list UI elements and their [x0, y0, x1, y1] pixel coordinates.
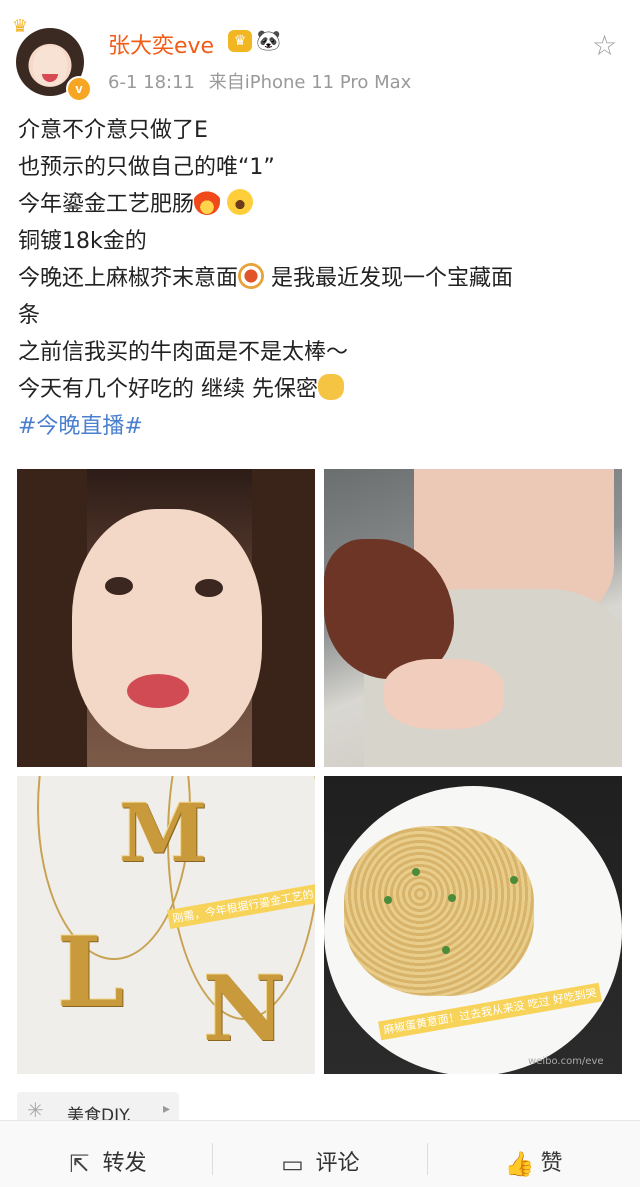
pea-shape [448, 894, 456, 902]
post-meta: 6-1 18:11 来自iPhone 11 Pro Max [108, 68, 419, 94]
grid-dots-icon: ✳ [27, 1098, 44, 1122]
vip-crown-icon: ♛ [228, 30, 252, 52]
post-header: ♛ v 张大奕eve ♛ 🐼 6-1 18:11 来自iPhone 11 Pro… [0, 0, 640, 102]
post-line: 介意不介意只做了E [18, 118, 208, 143]
victory-hand-emoji-icon [318, 374, 344, 400]
repost-label: 转发 [102, 1151, 147, 1176]
post-line: 今年鎏金工艺肥肠 [18, 186, 618, 223]
thumbs-up-icon: 👍 [504, 1150, 535, 1178]
like-button[interactable]: 👍 赞 [427, 1121, 640, 1187]
post-source: 来自iPhone 11 Pro Max [208, 72, 412, 93]
share-arrow-icon: ⇱ [69, 1150, 90, 1178]
post-line-text: 今年鎏金工艺肥肠 [18, 192, 195, 217]
eye-shape [195, 579, 223, 597]
author-name[interactable]: 张大奕eve [108, 28, 214, 60]
avatar[interactable]: ♛ v [12, 16, 92, 102]
photo-necklace-selfie[interactable] [324, 469, 622, 767]
post-line: 今天有几个好吃的 继续 先保密 [18, 371, 618, 408]
pea-shape [384, 896, 392, 904]
like-button-inner: 👍 赞 [427, 1145, 640, 1178]
post-line: 也预示的只做自己的唯“1” [18, 155, 275, 180]
photo-selfie[interactable] [17, 469, 315, 767]
comment-label: 评论 [315, 1151, 360, 1176]
comment-button[interactable]: ▭ 评论 [213, 1121, 426, 1187]
comment-bubble-icon: ▭ [281, 1150, 304, 1178]
hashtag-link[interactable]: #今晚直播# [18, 408, 618, 445]
verified-v-icon: v [66, 76, 92, 102]
post-line: 条 [18, 303, 41, 328]
pasta-shape [344, 826, 534, 996]
chevron-right-icon: ▸ [163, 1101, 171, 1117]
post-body: 介意不介意只做了E 也预示的只做自己的唯“1” 今年鎏金工艺肥肠 铜镀18k金的… [18, 112, 618, 445]
letter-n-pendant: N [203, 956, 286, 1062]
panda-icon: 🐼 [256, 28, 281, 52]
photo-jewelry[interactable]: M L N 刚需，今年根据行鎏金工艺的 闪瞎你工艺！ [17, 776, 315, 1074]
photo-pasta[interactable]: 麻椒蛋黄意面！过去我从来没 吃过 好吃到哭 weibo.com/eve [324, 776, 622, 1074]
post-line-text: 是我最近发现一个宝藏面 [271, 266, 514, 291]
star-icon[interactable]: ☆ [592, 32, 617, 60]
post-date: 6-1 18:11 [108, 72, 195, 93]
crown-icon: ♛ [12, 16, 29, 37]
pea-shape [442, 946, 450, 954]
fire-emoji-icon [194, 189, 221, 215]
lips-shape [127, 674, 189, 708]
laughing-emoji-icon [227, 189, 254, 215]
post-line: 今晚还上麻椒芥末意面 是我最近发现一个宝藏面 [18, 260, 618, 297]
weibo-post-page: ♛ v 张大奕eve ♛ 🐼 6-1 18:11 来自iPhone 11 Pro… [0, 0, 640, 1187]
post-line: 之前信我买的牛肉面是不是太棒～ [18, 340, 349, 365]
letter-m-pendant: M [119, 786, 208, 880]
repost-button[interactable]: ⇱ 转发 [0, 1121, 213, 1187]
pea-shape [412, 868, 420, 876]
like-label: 赞 [540, 1151, 563, 1176]
comment-button-inner: ▭ 评论 [213, 1145, 426, 1178]
post-line: 铜镀18k金的 [18, 229, 147, 254]
face-shape [72, 509, 262, 749]
spaghetti-emoji-icon [238, 263, 265, 289]
hand-shape [384, 659, 504, 729]
image-watermark: weibo.com/eve [528, 1056, 604, 1067]
action-bar: ⇱ 转发 ▭ 评论 👍 赞 [0, 1120, 640, 1187]
pea-shape [510, 876, 518, 884]
letter-l-pendant: L [57, 916, 125, 1029]
post-line-text: 今晚还上麻椒芥末意面 [18, 266, 239, 291]
repost-button-inner: ⇱ 转发 [0, 1145, 213, 1178]
post-line-text: 今天有几个好吃的 继续 先保密 [18, 377, 318, 402]
eye-shape [105, 577, 133, 595]
